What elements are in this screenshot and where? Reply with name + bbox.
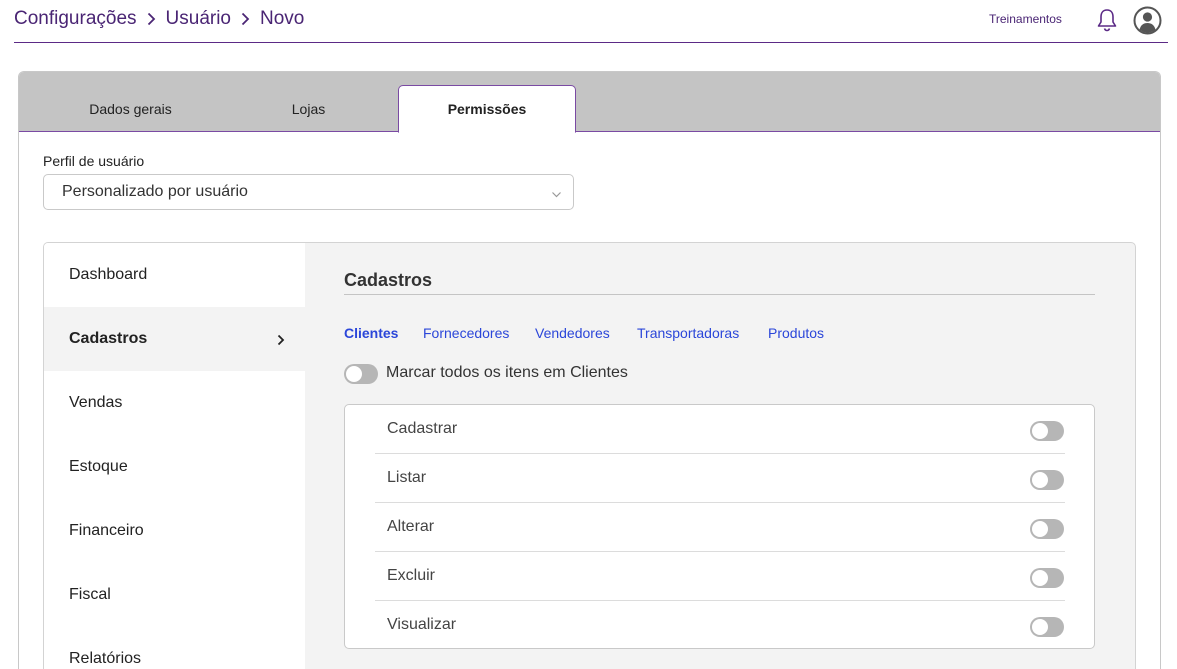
permission-row-listar: Listar bbox=[375, 454, 1065, 503]
permission-label: Cadastrar bbox=[387, 420, 458, 437]
section-divider bbox=[344, 294, 1095, 295]
permission-row-alterar: Alterar bbox=[375, 503, 1065, 552]
training-link[interactable]: Treinamentos bbox=[989, 12, 1062, 26]
tab-dados-gerais[interactable]: Dados gerais bbox=[63, 85, 198, 132]
mark-all-toggle[interactable] bbox=[344, 364, 378, 384]
breadcrumb-configuracoes[interactable]: Configurações bbox=[14, 8, 137, 30]
menu-item-financeiro[interactable]: Financeiro bbox=[44, 499, 305, 563]
menu-item-label: Relatórios bbox=[69, 650, 142, 667]
permission-row-cadastrar: Cadastrar bbox=[375, 405, 1065, 454]
permission-row-excluir: Excluir bbox=[375, 552, 1065, 601]
menu-item-label: Cadastros bbox=[69, 330, 148, 347]
profile-select-value: Personalizado por usuário bbox=[62, 183, 248, 200]
subtab-transportadoras[interactable]: Transportadoras bbox=[637, 325, 739, 341]
module-menu: Dashboard Cadastros Vendas Estoque Finan… bbox=[44, 243, 305, 669]
top-bar: Configurações Usuário Novo Treinamentos bbox=[14, 0, 1168, 43]
permission-toggle-alterar[interactable] bbox=[1030, 519, 1064, 539]
profile-label: Perfil de usuário bbox=[43, 153, 145, 169]
subtab-fornecedores[interactable]: Fornecedores bbox=[423, 325, 509, 341]
tab-lojas[interactable]: Lojas bbox=[241, 85, 376, 132]
menu-item-label: Dashboard bbox=[69, 266, 148, 283]
menu-item-label: Fiscal bbox=[69, 586, 111, 603]
chevron-right-icon bbox=[277, 333, 285, 346]
subtab-clientes[interactable]: Clientes bbox=[344, 325, 398, 341]
toggle-knob bbox=[1032, 472, 1048, 488]
breadcrumb-novo: Novo bbox=[260, 8, 305, 29]
toggle-knob bbox=[1032, 423, 1048, 439]
profile-select[interactable]: Personalizado por usuário bbox=[43, 174, 574, 210]
menu-item-cadastros[interactable]: Cadastros bbox=[44, 307, 305, 371]
toggle-knob bbox=[346, 366, 362, 382]
permission-label: Listar bbox=[387, 469, 427, 486]
toggle-knob bbox=[1032, 570, 1048, 586]
menu-item-label: Vendas bbox=[69, 394, 123, 411]
permission-label: Alterar bbox=[387, 518, 435, 535]
mark-all-label: Marcar todos os itens em Clientes bbox=[386, 364, 628, 381]
permissions-panel: Dashboard Cadastros Vendas Estoque Finan… bbox=[43, 242, 1136, 669]
permission-label: Excluir bbox=[387, 567, 436, 584]
permission-toggle-visualizar[interactable] bbox=[1030, 617, 1064, 637]
subtab-vendedores[interactable]: Vendedores bbox=[535, 325, 610, 341]
permissions-card: Dados gerais Lojas Permissões Perfil de … bbox=[18, 71, 1161, 669]
menu-item-dashboard[interactable]: Dashboard bbox=[44, 243, 305, 307]
permission-toggle-excluir[interactable] bbox=[1030, 568, 1064, 588]
user-avatar-icon[interactable] bbox=[1133, 6, 1162, 35]
menu-item-vendas[interactable]: Vendas bbox=[44, 371, 305, 435]
toggle-knob bbox=[1032, 619, 1048, 635]
permissions-list: Cadastrar Listar Alterar Excluir Visuali… bbox=[344, 404, 1095, 649]
bell-icon[interactable] bbox=[1096, 8, 1118, 32]
subtab-produtos[interactable]: Produtos bbox=[768, 325, 824, 341]
toggle-knob bbox=[1032, 521, 1048, 537]
permissions-content: Cadastros Clientes Fornecedores Vendedor… bbox=[305, 243, 1135, 669]
menu-item-relatorios[interactable]: Relatórios bbox=[44, 627, 305, 669]
permission-label: Visualizar bbox=[387, 616, 457, 633]
tab-permissoes[interactable]: Permissões bbox=[398, 85, 576, 133]
menu-item-estoque[interactable]: Estoque bbox=[44, 435, 305, 499]
section-title: Cadastros bbox=[344, 270, 433, 290]
breadcrumb-usuario[interactable]: Usuário bbox=[166, 8, 231, 30]
breadcrumb: Configurações Usuário Novo bbox=[14, 8, 304, 30]
menu-item-fiscal[interactable]: Fiscal bbox=[44, 563, 305, 627]
permission-row-visualizar: Visualizar bbox=[375, 601, 1065, 650]
menu-item-label: Financeiro bbox=[69, 522, 144, 539]
chevron-right-icon bbox=[241, 12, 250, 26]
menu-item-label: Estoque bbox=[69, 458, 128, 475]
chevron-down-icon bbox=[551, 187, 562, 198]
tab-bar: Dados gerais Lojas Permissões bbox=[19, 72, 1160, 133]
chevron-right-icon bbox=[147, 12, 156, 26]
permission-toggle-cadastrar[interactable] bbox=[1030, 421, 1064, 441]
permission-toggle-listar[interactable] bbox=[1030, 470, 1064, 490]
